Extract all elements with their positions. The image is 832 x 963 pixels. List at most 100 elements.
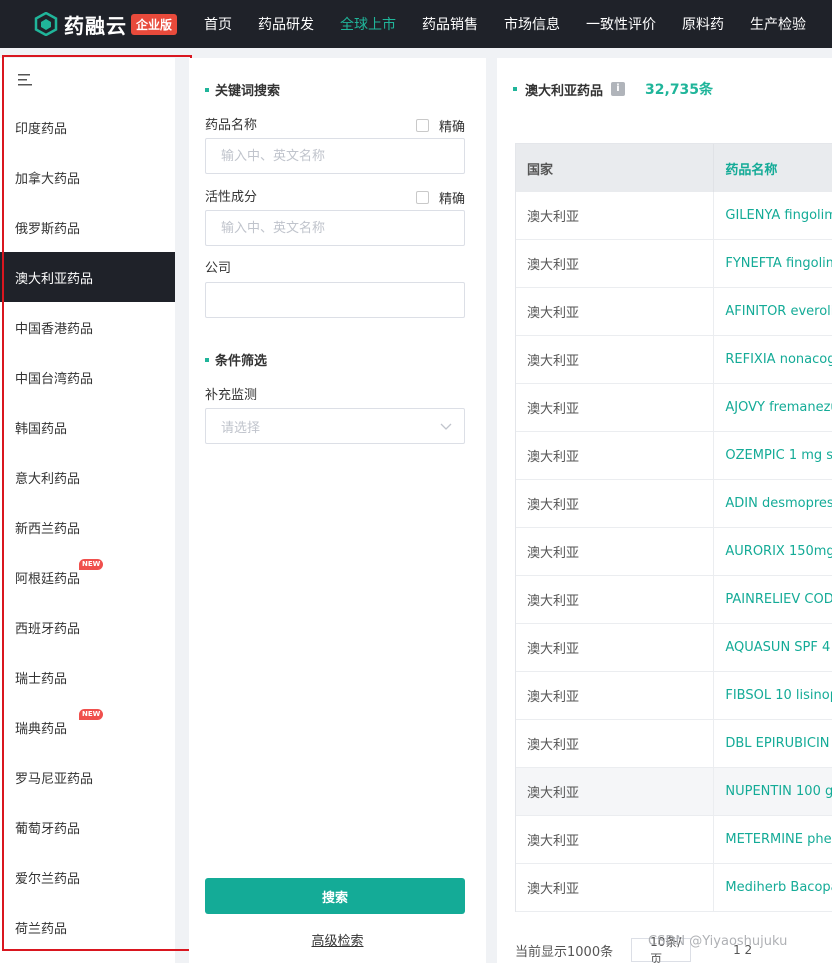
country-cell: 澳大利亚: [516, 624, 715, 671]
sidebar-item[interactable]: 阿根廷药品 NEW: [0, 552, 175, 602]
menu-toggle-button[interactable]: [0, 58, 175, 102]
country-cell: 澳大利亚: [516, 384, 715, 431]
sidebar-item[interactable]: 新西兰药品: [0, 502, 175, 552]
results-count: 32,735条: [645, 82, 714, 98]
info-icon[interactable]: i: [611, 82, 626, 96]
drug-name-input[interactable]: [205, 138, 465, 174]
sidebar-item-label: 瑞士药品: [15, 671, 68, 687]
column-header-drug-name[interactable]: 药品名称: [714, 144, 832, 192]
sidebar-item[interactable]: 印度药品: [0, 102, 175, 152]
ingredient-exact-checkbox[interactable]: 精确: [415, 188, 465, 207]
drug-name-link[interactable]: Mediherb Bacopa: [714, 864, 832, 911]
sidebar-item[interactable]: 韩国药品: [0, 402, 175, 452]
sidebar-item[interactable]: 澳大利亚药品: [0, 252, 175, 302]
supplement-select-value: 请选择: [221, 420, 261, 436]
keyword-search-title: 关键词搜索: [205, 80, 280, 99]
supplement-label: 补充监测: [205, 388, 258, 403]
sidebar-item[interactable]: 西班牙药品: [0, 602, 175, 652]
nav-item-market-info[interactable]: 市场信息: [504, 14, 560, 34]
nav-item-home[interactable]: 首页: [204, 14, 232, 34]
new-badge: NEW: [79, 559, 104, 570]
sidebar-item[interactable]: 中国香港药品: [0, 302, 175, 352]
sidebar-item-label: 俄罗斯药品: [15, 221, 81, 237]
sidebar-item[interactable]: 俄罗斯药品: [0, 202, 175, 252]
table-header: 国家 药品名称: [516, 144, 832, 192]
sidebar-item[interactable]: 瑞典药品 NEW: [0, 702, 175, 752]
table-row[interactable]: 澳大利亚ADIN desmopressin: [516, 480, 832, 528]
sidebar-item-label: 中国台湾药品: [15, 371, 94, 387]
nav-item-drug-rd[interactable]: 药品研发: [258, 14, 314, 34]
drug-name-link[interactable]: AQUASUN SPF 4: [714, 624, 832, 671]
sidebar-item[interactable]: 意大利药品: [0, 452, 175, 502]
sidebar-item-label: 葡萄牙药品: [15, 821, 81, 837]
drug-name-link[interactable]: FIBSOL 10 lisinopril: [714, 672, 832, 719]
table-row[interactable]: 澳大利亚GILENYA fingolimod: [516, 192, 832, 240]
drug-name-link[interactable]: DBL EPIRUBICIN: [714, 720, 832, 767]
sidebar-item[interactable]: 荷兰药品: [0, 902, 175, 952]
sidebar-item[interactable]: 葡萄牙药品: [0, 802, 175, 852]
sidebar-item[interactable]: 爱尔兰药品: [0, 852, 175, 902]
enterprise-badge: 企业版: [131, 13, 178, 35]
table-row[interactable]: 澳大利亚 PAINRELIEV COD: [516, 576, 832, 624]
results-title: 澳大利亚药品: [525, 83, 604, 99]
drug-name-link[interactable]: PAINRELIEV COD: [714, 576, 832, 623]
table-row[interactable]: 澳大利亚 REFIXIA nonacog: [516, 336, 832, 384]
column-header-country[interactable]: 国家: [516, 144, 715, 192]
drug-name-link[interactable]: REFIXIA nonacog: [714, 336, 832, 383]
country-cell: 澳大利亚: [516, 528, 715, 575]
nav-item-api[interactable]: 原料药: [682, 14, 724, 34]
country-cell: 澳大利亚: [516, 672, 715, 719]
nav-item-global-listing[interactable]: 全球上市: [340, 14, 396, 34]
table-row[interactable]: 澳大利亚AJOVY fremanezumab: [516, 384, 832, 432]
drug-name-link[interactable]: NUPENTIN 100 gabapentin: [714, 768, 832, 815]
country-cell: 澳大利亚: [516, 288, 715, 335]
nav-item-production[interactable]: 生产检验: [750, 14, 806, 34]
table-row[interactable]: 澳大利亚FYNEFTA fingolimod: [516, 240, 832, 288]
sidebar-item[interactable]: 瑞士药品: [0, 652, 175, 702]
results-panel: 澳大利亚药品 i 32,735条 国家 药品名称 澳大利亚 GILENYA fin…: [497, 58, 832, 963]
pager-total: 当前显示1000条: [515, 944, 614, 960]
drug-name-link[interactable]: METERMINE phentermine: [714, 816, 832, 863]
country-cell: 澳大利亚: [516, 864, 715, 911]
sidebar-item-label: 印度药品: [15, 121, 68, 137]
ingredient-input[interactable]: [205, 210, 465, 246]
drug-name-link[interactable]: GILENYA fingolimod: [714, 192, 832, 239]
brand-name: 药融云: [64, 13, 127, 38]
sidebar-item[interactable]: 加拿大药品: [0, 152, 175, 202]
logo[interactable]: 药融云 企业版: [34, 10, 204, 39]
drug-name-label: 药品名称: [205, 118, 258, 133]
sidebar-item[interactable]: 中国台湾药品: [0, 352, 175, 402]
top-nav: 药融云 企业版 首页 药品研发 全球上市 药品销售 市场信息 一致性评价 原料药…: [0, 0, 832, 48]
search-panel: 关键词搜索 药品名称 精确 活性成分 精确 公司 条件筛选 补充监测 请选择 搜…: [189, 58, 486, 963]
table-row[interactable]: 澳大利亚METERMINE phentermine: [516, 816, 832, 864]
table-row[interactable]: 澳大利亚AFINITOR everolimus: [516, 288, 832, 336]
drug-name-link[interactable]: OZEMPIC 1 mg semaglutide: [714, 432, 832, 479]
nav-item-consistency[interactable]: 一致性评价: [586, 14, 656, 34]
table-row[interactable]: 澳大利亚 AURORIX 150mg: [516, 528, 832, 576]
sidebar-item-label: 澳大利亚药品: [15, 271, 94, 287]
drug-name-link[interactable]: AJOVY fremanezumab: [714, 384, 832, 431]
nav-item-drug-sales[interactable]: 药品销售: [422, 14, 478, 34]
table-row[interactable]: 澳大利亚 Mediherb Bacopa: [516, 864, 832, 912]
drug-name-link[interactable]: FYNEFTA fingolimod: [714, 240, 832, 287]
country-cell: 澳大利亚: [516, 192, 715, 239]
advanced-search-link[interactable]: 高级检索: [189, 930, 486, 949]
table-row[interactable]: 澳大利亚OZEMPIC 1 mg semaglutide: [516, 432, 832, 480]
sidebar-item-label: 新西兰药品: [15, 521, 81, 537]
drug-name-link[interactable]: ADIN desmopressin: [714, 480, 832, 527]
sidebar-item-label: 韩国药品: [15, 421, 68, 437]
table-row[interactable]: 澳大利亚NUPENTIN 100 gabapentin: [516, 768, 832, 816]
table-row[interactable]: 澳大利亚FIBSOL 10 lisinopril: [516, 672, 832, 720]
company-label: 公司: [205, 261, 232, 276]
table-row[interactable]: 澳大利亚 AQUASUN SPF 4: [516, 624, 832, 672]
drug-name-link[interactable]: AURORIX 150mg: [714, 528, 832, 575]
drug-name-exact-checkbox[interactable]: 精确: [415, 116, 465, 135]
search-button[interactable]: 搜索: [205, 878, 465, 914]
drug-name-link[interactable]: AFINITOR everolimus: [714, 288, 832, 335]
sidebar-item-label: 瑞典药品: [15, 721, 68, 737]
company-input[interactable]: [205, 282, 465, 318]
supplement-select[interactable]: 请选择: [205, 408, 465, 444]
sidebar-item[interactable]: 罗马尼亚药品: [0, 752, 175, 802]
country-cell: 澳大利亚: [516, 240, 715, 287]
table-row[interactable]: 澳大利亚 DBL EPIRUBICIN: [516, 720, 832, 768]
